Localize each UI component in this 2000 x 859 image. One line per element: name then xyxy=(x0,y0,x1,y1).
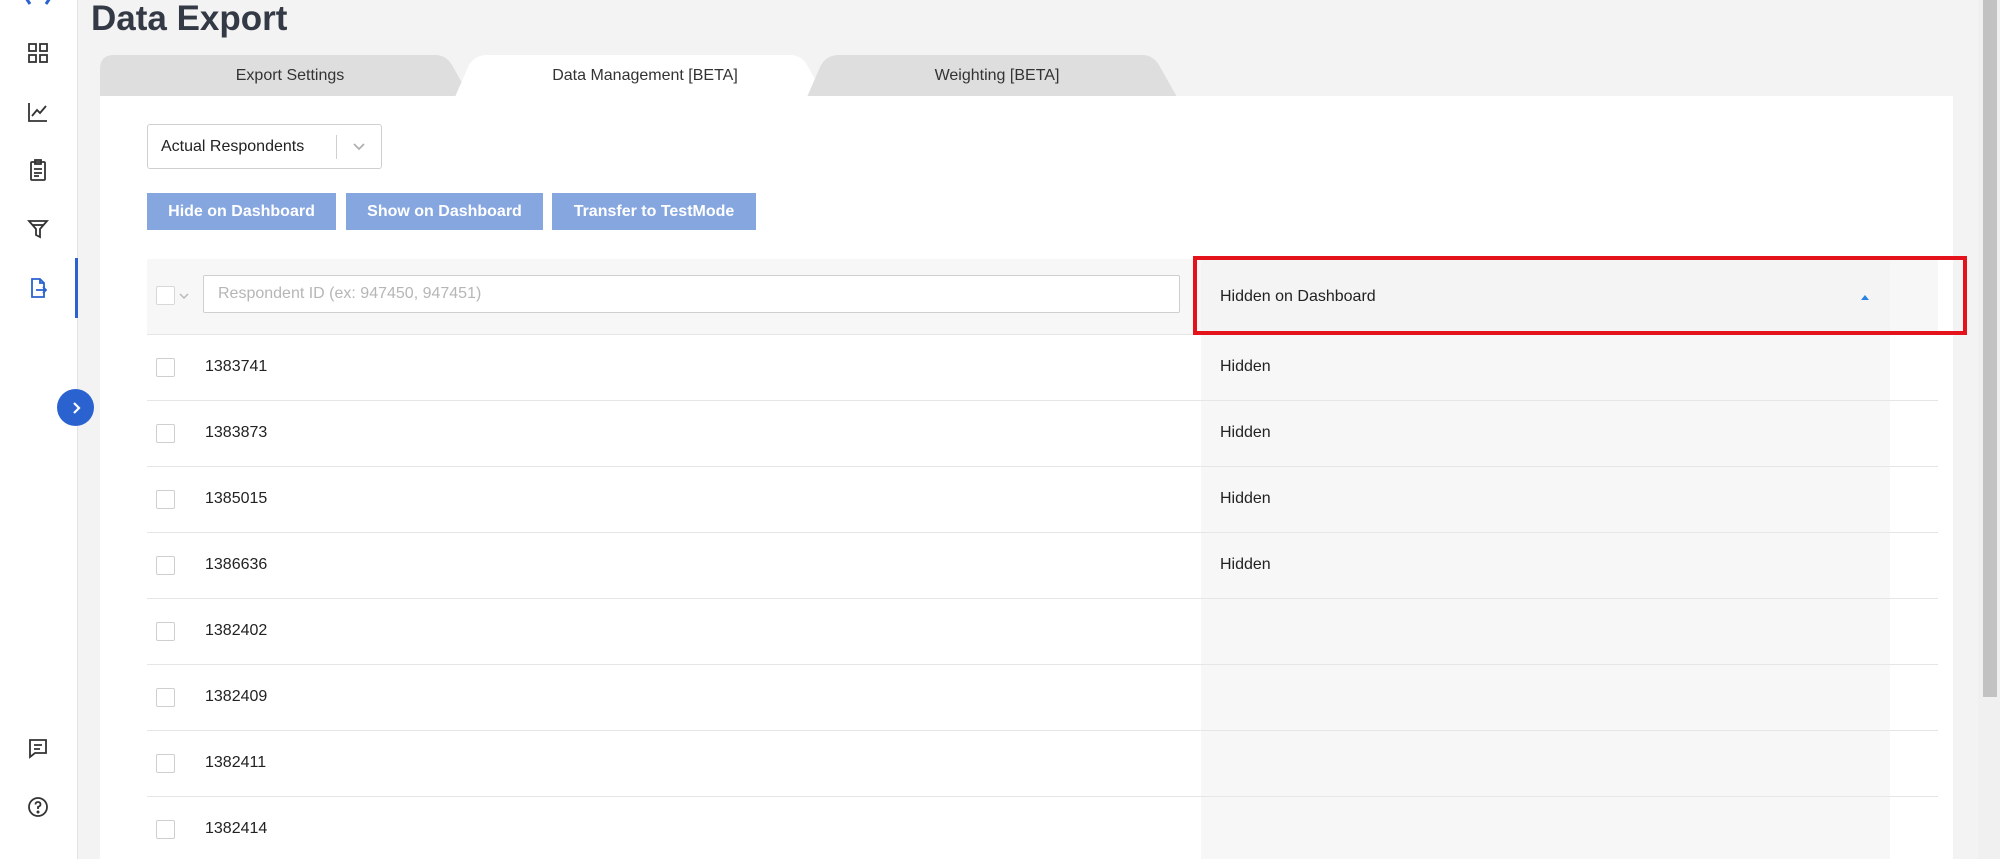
hidden-status: Hidden xyxy=(1201,401,1890,466)
hide-on-dashboard-button[interactable]: Hide on Dashboard xyxy=(147,193,336,230)
tab-data-management[interactable]: Data Management [BETA] xyxy=(455,55,835,97)
chevron-down-icon xyxy=(337,142,381,152)
dashboard-grid-icon[interactable] xyxy=(22,37,54,69)
scrollbar-thumb[interactable] xyxy=(1983,0,1997,697)
hidden-status xyxy=(1201,599,1890,664)
table-row[interactable]: 1383873 Hidden xyxy=(147,401,1938,467)
hidden-status: Hidden xyxy=(1201,467,1890,532)
table-row[interactable]: 1383741 Hidden xyxy=(147,335,1938,401)
table-row[interactable]: 1382402 xyxy=(147,599,1938,665)
respondent-id: 1382409 xyxy=(205,688,268,705)
sort-ascending-icon[interactable] xyxy=(1860,293,1870,301)
chevron-down-icon[interactable] xyxy=(179,292,189,300)
column-header-label: Hidden on Dashboard xyxy=(1220,288,1376,305)
tab-export-settings[interactable]: Export Settings xyxy=(100,55,480,97)
data-export-icon[interactable] xyxy=(22,272,54,304)
data-management-panel: Actual Respondents Hide on Dashboard Sho… xyxy=(100,96,1967,859)
row-checkbox[interactable] xyxy=(156,358,175,377)
row-checkbox[interactable] xyxy=(156,688,175,707)
select-value: Actual Respondents xyxy=(161,137,305,155)
select-all-checkbox[interactable] xyxy=(156,286,175,305)
chevron-right-icon xyxy=(72,401,81,414)
table-row[interactable]: 1386636 Hidden xyxy=(147,533,1938,599)
active-indicator xyxy=(75,258,78,318)
expand-sidebar-button[interactable] xyxy=(57,389,94,426)
tab-weighting[interactable]: Weighting [BETA] xyxy=(807,55,1187,97)
row-checkbox[interactable] xyxy=(156,820,175,839)
sidebar xyxy=(0,0,78,859)
logo-icon xyxy=(25,0,51,5)
respondent-id: 1382411 xyxy=(205,754,267,771)
hidden-status xyxy=(1201,797,1890,859)
comment-icon[interactable] xyxy=(22,732,54,764)
row-checkbox[interactable] xyxy=(156,556,175,575)
page-scrollbar[interactable] xyxy=(1978,0,2000,859)
hidden-status: Hidden xyxy=(1201,533,1890,598)
respondent-id: 1383741 xyxy=(205,358,268,375)
respondent-id: 1382402 xyxy=(205,622,268,639)
respondent-id: 1386636 xyxy=(205,556,268,573)
respondent-type-select[interactable]: Actual Respondents xyxy=(147,124,382,169)
clipboard-icon[interactable] xyxy=(22,154,54,186)
respondent-id: 1385015 xyxy=(205,490,268,507)
tab-label: Export Settings xyxy=(235,67,345,84)
column-header-hidden-on-dashboard[interactable]: Hidden on Dashboard xyxy=(1201,259,1890,335)
filter-icon[interactable] xyxy=(22,213,54,245)
select-all-control[interactable] xyxy=(156,286,189,305)
table-header: Hidden on Dashboard xyxy=(147,256,1967,335)
respondent-id: 1382414 xyxy=(205,820,268,837)
respondents-table: Hidden on Dashboard 1383741 Hidden 13838… xyxy=(147,256,1967,859)
row-checkbox[interactable] xyxy=(156,490,175,509)
page-title: Data Export xyxy=(91,0,288,38)
transfer-to-testmode-button[interactable]: Transfer to TestMode xyxy=(552,193,756,230)
line-chart-icon[interactable] xyxy=(22,96,54,128)
table-row[interactable]: 1382409 xyxy=(147,665,1938,731)
row-checkbox[interactable] xyxy=(156,754,175,773)
respondent-id: 1383873 xyxy=(205,424,268,441)
respondent-id-search-input[interactable] xyxy=(203,275,1180,313)
row-checkbox[interactable] xyxy=(156,622,175,641)
table-row[interactable]: 1382414 xyxy=(147,797,1938,859)
show-on-dashboard-button[interactable]: Show on Dashboard xyxy=(346,193,543,230)
table-row[interactable]: 1382411 xyxy=(147,731,1938,797)
hidden-status xyxy=(1201,665,1890,730)
help-icon[interactable] xyxy=(22,791,54,823)
tab-label: Data Management [BETA] xyxy=(552,67,738,84)
tab-bar: Export Settings Data Management [BETA] W… xyxy=(100,55,1180,97)
table-row[interactable]: 1385015 Hidden xyxy=(147,467,1938,533)
tab-label: Weighting [BETA] xyxy=(934,67,1060,84)
hidden-status xyxy=(1201,731,1890,796)
hidden-status: Hidden xyxy=(1201,335,1890,400)
row-checkbox[interactable] xyxy=(156,424,175,443)
